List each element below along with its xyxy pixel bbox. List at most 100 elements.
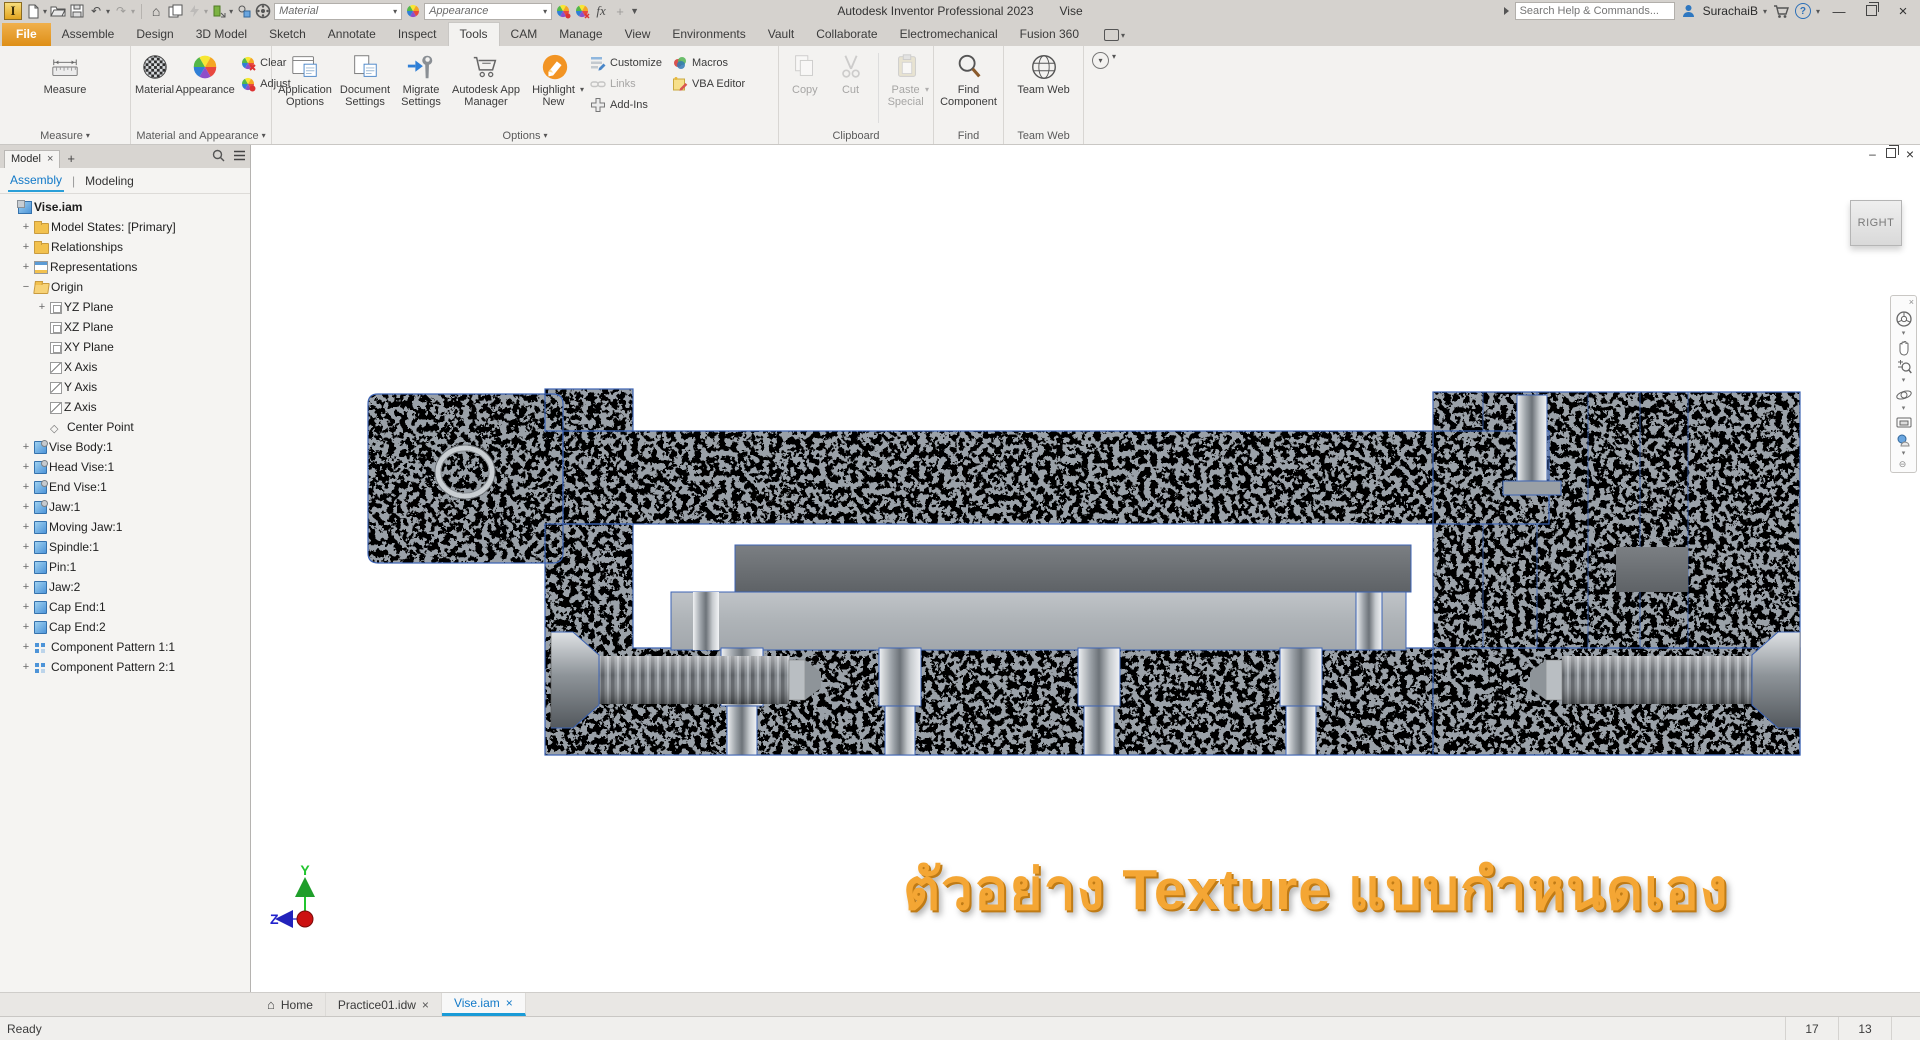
walk-icon[interactable] (1896, 433, 1912, 448)
color-wheel-icon[interactable] (405, 2, 421, 20)
tree-item-jaw-2[interactable]: +Jaw:2 (0, 577, 250, 597)
ribbon-tab-design[interactable]: Design (125, 23, 184, 46)
ribbon-collapse-caret[interactable]: ▾ (1112, 52, 1116, 61)
pan-icon[interactable] (1896, 340, 1912, 356)
measure-qat-button[interactable] (211, 2, 227, 20)
tree-item-vise-iam[interactable]: Vise.iam (0, 197, 250, 217)
close-button[interactable]: × (1890, 3, 1916, 20)
appearance-combo[interactable]: Appearance▾ (424, 3, 552, 20)
new-file-button[interactable] (25, 2, 41, 20)
browser-tab-close-icon[interactable]: × (47, 153, 53, 165)
help-caret[interactable]: ▾ (1816, 7, 1820, 16)
navbar-close-icon[interactable]: × (1909, 298, 1914, 307)
tree-expander-icon[interactable]: + (20, 541, 32, 553)
iproperties-button[interactable] (167, 2, 183, 20)
highlight-new-caret[interactable]: ▾ (580, 84, 584, 96)
ribbon-tab-assemble[interactable]: Assemble (51, 23, 126, 46)
application-options-button[interactable]: Application Options (276, 49, 334, 108)
orbit-icon[interactable] (1895, 387, 1913, 403)
ribbon-tab-inspect[interactable]: Inspect (387, 23, 448, 46)
ribbon-tab-electromechanical[interactable]: Electromechanical (889, 23, 1009, 46)
team-web-button[interactable]: Team Web (1015, 49, 1073, 108)
browser-tab-model[interactable]: Model × (4, 150, 60, 168)
tree-expander-icon[interactable]: + (20, 441, 32, 453)
tree-item-moving-jaw-1[interactable]: +Moving Jaw:1 (0, 517, 250, 537)
tree-item-end-vise-1[interactable]: +End Vise:1 (0, 477, 250, 497)
ribbon-tab-tools[interactable]: Tools (448, 22, 500, 46)
doc-close-button[interactable]: × (1906, 146, 1914, 162)
app-manager-button[interactable]: Autodesk App Manager (448, 49, 524, 108)
user-menu-caret[interactable]: ▾ (1763, 7, 1767, 16)
tree-expander-icon[interactable]: + (20, 521, 32, 533)
tree-expander-icon[interactable]: + (20, 581, 32, 593)
user-name[interactable]: SurachaiB (1703, 4, 1758, 18)
tree-expander-icon[interactable]: + (20, 601, 32, 613)
migrate-settings-button[interactable]: Migrate Settings (396, 49, 446, 108)
tree-item-relationships[interactable]: +Relationships (0, 237, 250, 257)
tree-expander-icon[interactable]: + (36, 301, 48, 313)
material-combo[interactable]: Material▾ (274, 3, 402, 20)
ribbon-tab-annotate[interactable]: Annotate (317, 23, 387, 46)
viewcube[interactable]: RIGHT (1850, 200, 1902, 246)
ribbon-tab-view[interactable]: View (614, 23, 662, 46)
appearance-button[interactable]: Appearance (176, 49, 234, 108)
tree-expander-icon[interactable]: + (20, 461, 32, 473)
undo-button[interactable]: ↶ (88, 2, 104, 20)
browser-add-tab-button[interactable]: + (62, 149, 80, 168)
tree-item-jaw-1[interactable]: +Jaw:1 (0, 497, 250, 517)
joint-button[interactable] (236, 2, 252, 20)
tree-expander-icon[interactable]: + (20, 641, 32, 653)
clear-appearance-icon[interactable] (574, 2, 590, 20)
open-button[interactable] (50, 2, 66, 20)
new-file-caret[interactable]: ▾ (43, 7, 47, 16)
graphics-viewport[interactable]: – × RIGHT × ▾ ▾ ▾ ▾ ⊖ (251, 145, 1920, 992)
browser-search-icon[interactable] (212, 149, 225, 165)
tab-assembly[interactable]: Assembly (8, 170, 64, 192)
ribbon-collapse-button[interactable]: ▾ (1092, 52, 1109, 69)
help-icon[interactable]: ? (1795, 3, 1811, 19)
tree-item-vise-body-1[interactable]: +Vise Body:1 (0, 437, 250, 457)
fx-parameters-icon[interactable]: fx (593, 2, 609, 20)
doc-tab-vise-iam[interactable]: Vise.iam× (442, 993, 526, 1016)
tree-item-yz-plane[interactable]: +YZ Plane (0, 297, 250, 317)
tree-item-pin-1[interactable]: +Pin:1 (0, 557, 250, 577)
ribbon-tab-cam[interactable]: CAM (500, 23, 549, 46)
tree-expander-icon[interactable]: + (20, 621, 32, 633)
close-tab-icon[interactable]: × (506, 996, 513, 1010)
navbar-options-icon[interactable]: ⊖ (1899, 460, 1907, 469)
tree-item-component-pattern-1-1[interactable]: +Component Pattern 1:1 (0, 637, 250, 657)
tree-item-xz-plane[interactable]: XZ Plane (0, 317, 250, 337)
ribbon-tab-sketch[interactable]: Sketch (258, 23, 317, 46)
tree-expander-icon[interactable]: − (20, 281, 32, 293)
tree-item-xy-plane[interactable]: XY Plane (0, 337, 250, 357)
search-input[interactable] (1515, 2, 1675, 20)
tree-item-head-vise-1[interactable]: +Head Vise:1 (0, 457, 250, 477)
panel-label-material-appearance[interactable]: Material and Appearance▾ (131, 127, 271, 144)
doc-restore-button[interactable] (1886, 147, 1896, 161)
tree-expander-icon[interactable]: + (20, 221, 32, 233)
measure-button[interactable]: Measure (36, 49, 94, 108)
tree-expander-icon[interactable]: + (20, 261, 32, 273)
ribbon-display-toggle[interactable]: ▾ (1104, 29, 1125, 46)
doc-tab-home[interactable]: ⌂Home (255, 993, 326, 1016)
panel-label-measure[interactable]: Measure▾ (0, 127, 130, 144)
add-ins-button[interactable]: Add-Ins (590, 97, 662, 113)
doc-minimize-button[interactable]: – (1869, 147, 1876, 161)
save-button[interactable] (69, 2, 85, 20)
tree-expander-icon[interactable]: + (20, 481, 32, 493)
tree-expander-icon[interactable]: + (20, 241, 32, 253)
tree-item-component-pattern-2-1[interactable]: +Component Pattern 2:1 (0, 657, 250, 677)
ribbon-tab-3d-model[interactable]: 3D Model (185, 23, 258, 46)
tree-item-z-axis[interactable]: Z Axis (0, 397, 250, 417)
ribbon-tab-environments[interactable]: Environments (661, 23, 756, 46)
navigation-wheel-icon[interactable] (1895, 310, 1913, 328)
tree-item-origin[interactable]: −Origin (0, 277, 250, 297)
vba-editor-button[interactable]: VBA Editor (672, 76, 745, 92)
tree-item-model-states-primary[interactable]: +Model States: [Primary] (0, 217, 250, 237)
find-component-button[interactable]: Find Component (940, 49, 998, 108)
highlight-new-button[interactable]: Highlight New▾ (526, 49, 584, 108)
tab-modeling[interactable]: Modeling (83, 171, 136, 191)
tree-item-cap-end-1[interactable]: +Cap End:1 (0, 597, 250, 617)
render-button[interactable] (255, 2, 271, 20)
ribbon-tab-file[interactable]: File (2, 23, 51, 46)
